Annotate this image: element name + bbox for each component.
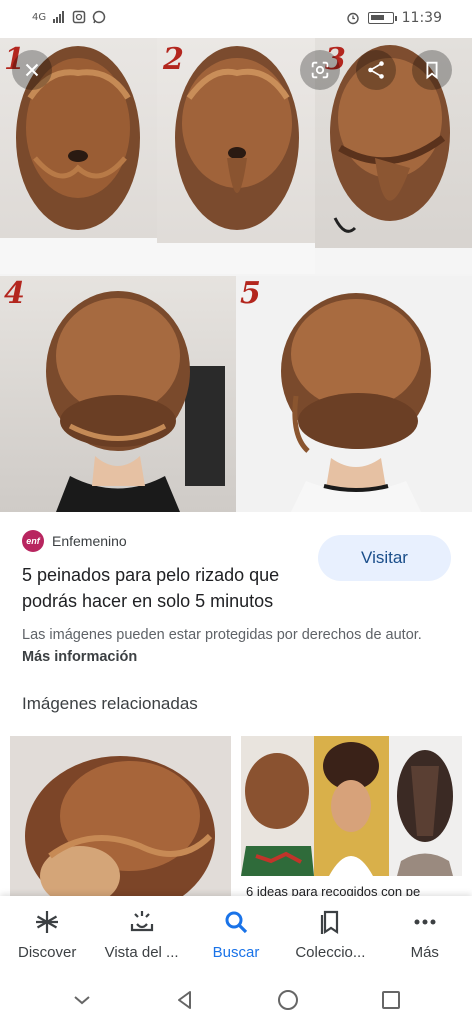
whatsapp-icon [92,10,106,24]
copyright-text: Las imágenes pueden estar protegidas por… [22,627,422,643]
bookmark-button[interactable] [412,50,452,90]
gallery-notification-icon [72,10,86,24]
nav-discover[interactable]: Discover [2,908,92,961]
nav-snapshot[interactable]: Vista del ... [97,908,187,961]
more-info-link[interactable]: Más información [22,649,137,665]
share-icon [368,61,384,79]
nav-search-label: Buscar [212,944,260,961]
nav-collections[interactable]: Coleccio... [285,908,375,961]
visit-button[interactable]: Visitar [318,535,451,581]
source-name: Enfemenino [52,533,127,549]
lens-button[interactable] [300,50,340,90]
nav-search[interactable]: Buscar [191,908,281,961]
back-icon[interactable] [173,988,197,1012]
search-icon [225,911,248,934]
related-heading: Imágenes relacionadas [22,694,198,713]
source-link[interactable]: enf Enfemenino [22,530,127,552]
battery-icon [367,12,397,24]
status-bar: 4G 11:39 [0,0,472,38]
clock: 11:39 [401,10,442,26]
share-button[interactable] [356,50,396,90]
nav-snapshot-label: Vista del ... [104,944,179,961]
hair-step-2-image: 2 [157,38,315,274]
close-button[interactable] [12,50,52,90]
related-image-2[interactable] [241,736,462,876]
signal-icon [53,11,65,23]
step-number: 4 [4,276,25,311]
more-icon [414,919,436,925]
lens-icon [311,61,329,79]
close-icon [25,63,39,77]
step-number: 5 [240,276,261,311]
collections-icon [321,910,339,935]
recents-icon[interactable] [379,988,403,1012]
hair-step-4-image: 4 [0,276,236,512]
copyright-notice: Las imágenes pueden estar protegidas por… [22,624,442,668]
nav-more[interactable]: Más [380,908,470,961]
step-number: 2 [163,42,184,77]
snapshot-icon [130,911,153,932]
related-image-1[interactable] [10,736,231,900]
hair-step-5-image: 5 [236,276,472,512]
nav-discover-label: Discover [18,944,77,961]
source-favicon: enf [22,530,44,552]
chevron-down-icon[interactable] [70,988,94,1012]
main-image[interactable]: 1 2 3 4 5 [0,38,472,512]
related-image-2-graphic [241,736,462,876]
nav-more-label: Más [410,944,439,961]
alarm-icon [346,12,359,25]
bookmark-icon [426,61,438,80]
nav-collections-label: Coleccio... [295,944,366,961]
home-icon[interactable] [276,988,300,1012]
related-image-1-graphic [10,736,231,900]
bottom-nav: Discover Vista del ... Buscar Coleccio..… [0,896,472,976]
asterisk-icon [36,911,59,933]
page-title[interactable]: 5 peinados para pelo rizado que podrás h… [22,562,312,614]
system-nav-bar [0,976,472,1024]
network-type: 4G [32,11,47,23]
